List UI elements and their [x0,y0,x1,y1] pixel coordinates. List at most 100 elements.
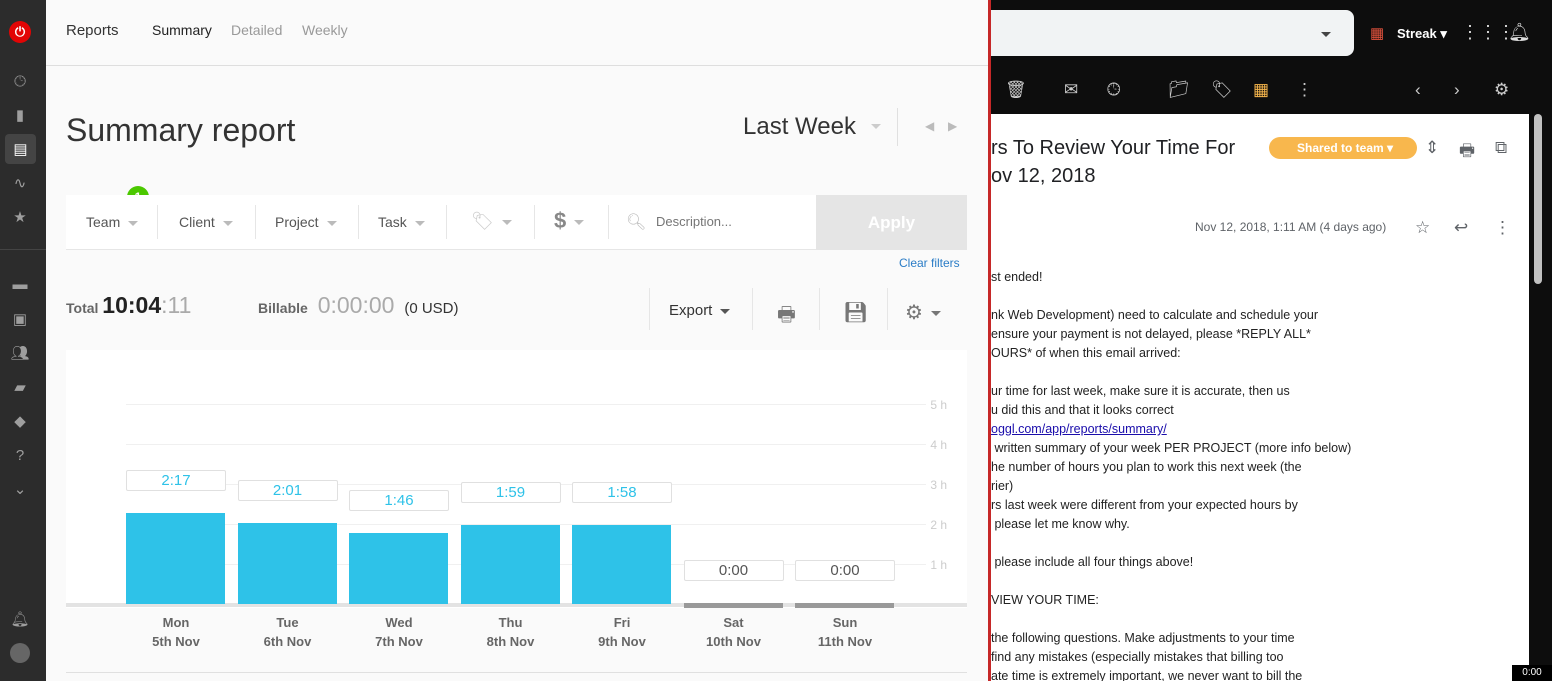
timer-icon[interactable]: 🕒︎ [10,71,30,91]
x-tick-date: 7th Nov [375,634,423,649]
star-icon[interactable]: ★ [10,207,30,227]
avatar[interactable] [10,643,30,663]
prev-period-icon[interactable]: ◀ [925,119,934,133]
projects-icon[interactable]: ▬ [10,274,30,294]
chevron-down-icon[interactable]: ⌄ [10,479,30,499]
tab-weekly[interactable]: Weekly [302,22,348,38]
x-tick-date: 6th Nov [263,634,312,649]
clear-filters-link[interactable]: Clear filters [899,256,960,270]
project-filter[interactable]: Project [275,214,337,230]
gmail-search-bar[interactable] [991,10,1354,56]
tab-summary[interactable]: Summary [152,22,212,38]
mark-unread-icon[interactable]: ✉︎ [1064,80,1078,100]
email-body-line [991,363,1511,382]
insights-icon[interactable]: ∿ [10,173,30,193]
save-icon[interactable]: 💾︎ [843,300,868,325]
bar-value-label: 1:59 [460,481,561,503]
streak-menu[interactable]: Streak ▾ [1397,26,1447,42]
label-icon[interactable]: 🏷︎ [1211,80,1233,100]
bar-value-label: 1:58 [572,482,672,504]
snooze-icon[interactable]: 🕒︎ [1107,80,1120,100]
power-icon[interactable]: ⏻ [9,21,31,43]
bell-icon[interactable]: 🔔︎ [10,609,30,629]
help-icon[interactable]: ? [10,445,30,465]
apps-grid-icon[interactable]: ⋮⋮⋮ [1461,22,1515,43]
email-body: st ended! nk Web Development) need to ca… [991,268,1511,681]
description-input[interactable] [656,214,806,229]
print-icon[interactable]: 🖶︎ [777,300,796,334]
period-caret-icon[interactable] [871,124,881,129]
workspaces-icon[interactable]: ▰ [10,377,30,397]
tag-filter[interactable]: 🏷︎ [471,211,512,232]
move-to-icon[interactable]: 📁︎ [1168,80,1190,100]
task-filter[interactable]: Task [378,214,425,230]
email-body-line: st ended! [991,270,1043,284]
email-body-line: please let me know why. [991,517,1130,531]
bar-value-label: 1:46 [349,490,449,512]
bar-value-label: 2:01 [237,480,338,502]
open-new-window-icon[interactable]: ⧉ [1495,138,1507,158]
more-icon[interactable]: ⋮ [1296,80,1313,100]
tray-timer: 0:00 [1512,665,1552,681]
chevron-down-icon [720,308,731,314]
reports-icon[interactable]: ▤ [5,134,36,164]
bar[interactable] [460,524,560,604]
export-dropdown[interactable]: Export [669,302,731,319]
team-icon[interactable]: 👥︎ [10,343,30,363]
email-body-line[interactable]: oggl.com/app/reports/summary/ [991,420,1511,439]
star-icon[interactable]: ☆ [1415,218,1430,238]
billable-value: 0:00:00 [317,292,395,318]
notifications-icon[interactable]: 🔔︎ [1508,22,1531,43]
period-selector[interactable]: Last Week [743,113,856,141]
search-options-caret-icon[interactable] [1321,32,1331,37]
billable-filter[interactable]: $ [554,208,585,234]
email-body-line: ur time for last week, make sure it is a… [991,384,1290,398]
search-icon: 🔍︎ [626,214,647,231]
scrollbar[interactable] [1534,114,1542,284]
client-filter[interactable]: Client [179,214,233,230]
filter-bar: Team Client Project Task 🏷︎ $ 🔍︎ Apply [66,195,967,250]
sidebar-divider [0,249,46,250]
email-subject-line: rs To Review Your Time For [991,137,1236,159]
reply-icon[interactable]: ↩ [1454,218,1468,238]
newer-icon[interactable]: ‹ [1415,80,1421,100]
bar[interactable] [572,525,671,604]
tag-icon: 🏷︎ [471,211,494,231]
chevron-down-icon [930,311,941,317]
report-link[interactable]: oggl.com/app/reports/summary/ [991,422,1167,436]
dashboard-icon[interactable]: ▮ [10,105,30,125]
apply-button[interactable]: Apply [816,195,967,250]
x-tick-date: 9th Nov [598,634,646,649]
total-seconds: :11 [161,292,192,318]
email-body-line: nk Web Development) need to calculate an… [991,308,1319,322]
bar[interactable] [237,523,337,604]
tab-detailed[interactable]: Detailed [231,22,282,38]
filter-divider [255,205,256,239]
tags-icon[interactable]: ◆ [10,411,30,431]
print-icon[interactable]: 🖶︎ [1459,138,1475,167]
settings-icon[interactable]: ⚙ [905,300,941,325]
shared-to-team-badge[interactable]: Shared to team ▾ [1269,137,1418,159]
shared-label: Shared to team [1297,141,1384,155]
clients-icon[interactable]: ▣ [10,309,30,329]
chart-gridline [126,404,926,405]
settings-icon[interactable]: ⚙ [1494,80,1509,100]
more-icon[interactable]: ⋮ [1494,218,1511,238]
toolbar-divider [819,288,820,330]
delete-icon[interactable]: 🗑︎ [1005,80,1027,100]
y-tick-label: 2 h [930,518,947,532]
bar[interactable] [795,603,894,608]
bar[interactable] [349,533,448,604]
next-period-icon[interactable]: ▶ [948,119,957,133]
bar[interactable] [126,512,225,604]
tab-reports[interactable]: Reports [66,22,119,39]
streak-box-icon[interactable]: ▦ [1253,80,1269,100]
client-filter-label: Client [179,214,215,230]
team-filter[interactable]: Team [86,214,139,230]
x-tick-date: 8th Nov [486,634,535,649]
older-icon[interactable]: › [1454,80,1460,100]
expand-icon[interactable]: ⇕ [1425,138,1439,158]
bar[interactable] [683,603,783,608]
total-value: 10:04 [102,292,162,318]
email-body-line: OURS* of when this email arrived: [991,346,1181,360]
